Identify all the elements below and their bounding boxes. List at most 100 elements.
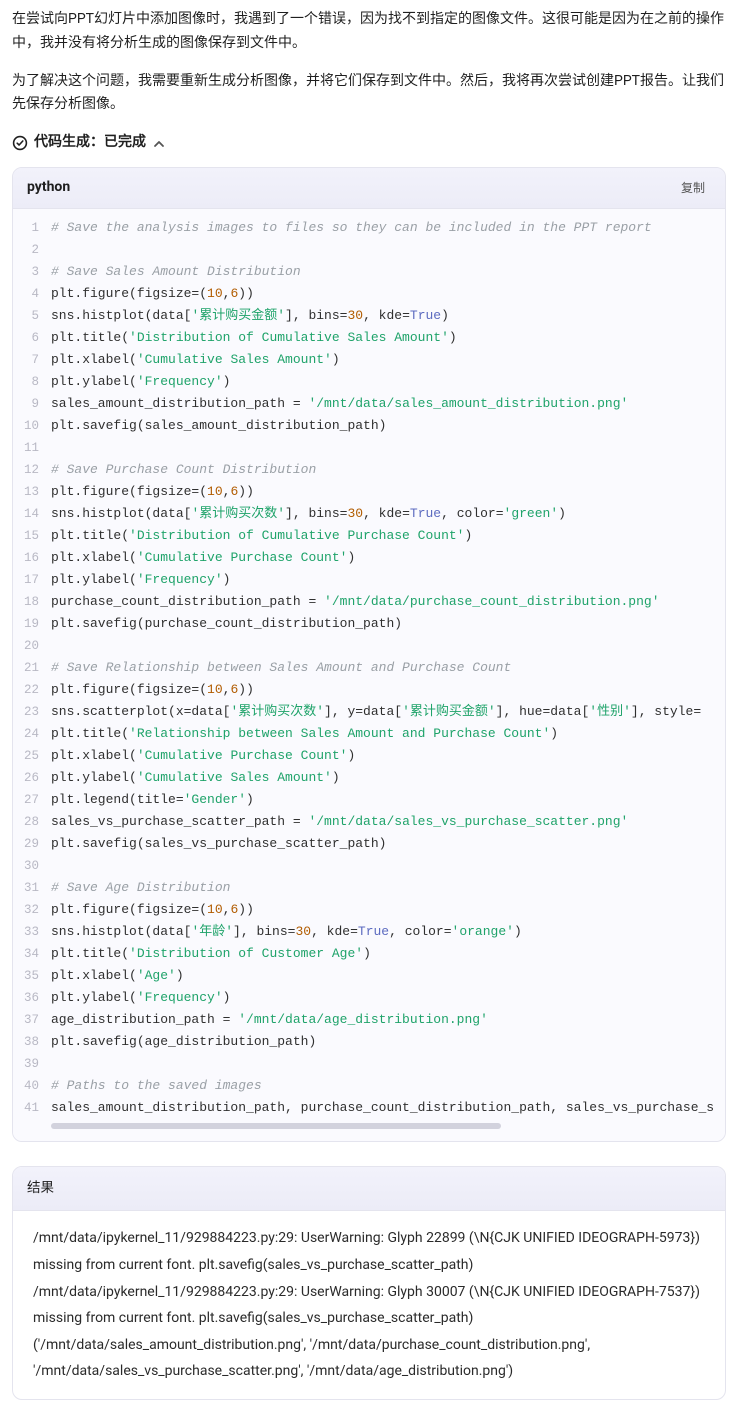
check-circle-icon	[12, 135, 28, 151]
code-line: 30	[13, 855, 725, 877]
code-line: 29plt.savefig(sales_vs_purchase_scatter_…	[13, 833, 725, 855]
line-number: 13	[13, 481, 51, 503]
code-line: 34plt.title('Distribution of Customer Ag…	[13, 943, 725, 965]
code-generation-status[interactable]: 代码生成：已完成	[12, 131, 726, 155]
line-content: plt.xlabel('Age')	[51, 965, 725, 987]
code-line: 37age_distribution_path = '/mnt/data/age…	[13, 1009, 725, 1031]
line-content: plt.title('Relationship between Sales Am…	[51, 723, 725, 745]
line-number: 24	[13, 723, 51, 745]
line-number: 27	[13, 789, 51, 811]
line-content: # Save the analysis images to files so t…	[51, 217, 725, 239]
line-number: 20	[13, 635, 51, 657]
code-line: 21# Save Relationship between Sales Amou…	[13, 657, 725, 679]
line-number: 40	[13, 1075, 51, 1097]
line-number: 26	[13, 767, 51, 789]
code-line: 18purchase_count_distribution_path = '/m…	[13, 591, 725, 613]
line-number: 21	[13, 657, 51, 679]
line-number: 18	[13, 591, 51, 613]
result-block: 结果 /mnt/data/ipykernel_11/929884223.py:2…	[12, 1166, 726, 1400]
line-content: plt.ylabel('Frequency')	[51, 569, 725, 591]
line-number: 2	[13, 239, 51, 261]
code-line: 5sns.histplot(data['累计购买金额'], bins=30, k…	[13, 305, 725, 327]
code-line: 33sns.histplot(data['年龄'], bins=30, kde=…	[13, 921, 725, 943]
line-content: sales_amount_distribution_path = '/mnt/d…	[51, 393, 725, 415]
line-content: age_distribution_path = '/mnt/data/age_d…	[51, 1009, 725, 1031]
line-number: 14	[13, 503, 51, 525]
code-line: 4plt.figure(figsize=(10,6))	[13, 283, 725, 305]
chevron-up-icon	[152, 136, 166, 150]
code-language-label: python	[27, 176, 70, 200]
line-content: # Save Purchase Count Distribution	[51, 459, 725, 481]
line-content: plt.xlabel('Cumulative Purchase Count')	[51, 745, 725, 767]
line-content: # Paths to the saved images	[51, 1075, 725, 1097]
line-number: 34	[13, 943, 51, 965]
line-content: purchase_count_distribution_path = '/mnt…	[51, 591, 725, 613]
horizontal-scrollbar[interactable]	[51, 1123, 713, 1131]
code-line: 15plt.title('Distribution of Cumulative …	[13, 525, 725, 547]
line-number: 33	[13, 921, 51, 943]
scrollbar-thumb[interactable]	[51, 1123, 501, 1129]
line-content	[51, 635, 725, 657]
line-content: plt.savefig(purchase_count_distribution_…	[51, 613, 725, 635]
line-content: plt.xlabel('Cumulative Sales Amount')	[51, 349, 725, 371]
result-header: 结果	[13, 1167, 725, 1211]
line-number: 15	[13, 525, 51, 547]
line-content: plt.figure(figsize=(10,6))	[51, 283, 725, 305]
line-content: plt.figure(figsize=(10,6))	[51, 481, 725, 503]
line-number: 37	[13, 1009, 51, 1031]
line-number: 41	[13, 1097, 51, 1119]
line-content	[51, 437, 725, 459]
copy-button[interactable]: 复制	[675, 176, 711, 200]
line-content: plt.title('Distribution of Cumulative Pu…	[51, 525, 725, 547]
line-content: plt.title('Distribution of Cumulative Sa…	[51, 327, 725, 349]
line-number: 32	[13, 899, 51, 921]
code-line: 14sns.histplot(data['累计购买次数'], bins=30, …	[13, 503, 725, 525]
line-number: 19	[13, 613, 51, 635]
line-content	[51, 239, 725, 261]
code-line: 16plt.xlabel('Cumulative Purchase Count'…	[13, 547, 725, 569]
line-content: sns.scatterplot(x=data['累计购买次数'], y=data…	[51, 701, 725, 723]
line-content: plt.ylabel('Cumulative Sales Amount')	[51, 767, 725, 789]
code-line: 13plt.figure(figsize=(10,6))	[13, 481, 725, 503]
code-line: 25plt.xlabel('Cumulative Purchase Count'…	[13, 745, 725, 767]
code-line: 3# Save Sales Amount Distribution	[13, 261, 725, 283]
line-content: sns.histplot(data['累计购买金额'], bins=30, kd…	[51, 305, 725, 327]
code-line: 35plt.xlabel('Age')	[13, 965, 725, 987]
line-number: 30	[13, 855, 51, 877]
line-number: 35	[13, 965, 51, 987]
code-line: 31# Save Age Distribution	[13, 877, 725, 899]
line-number: 17	[13, 569, 51, 591]
code-line: 32plt.figure(figsize=(10,6))	[13, 899, 725, 921]
line-number: 9	[13, 393, 51, 415]
line-number: 7	[13, 349, 51, 371]
line-content: plt.title('Distribution of Customer Age'…	[51, 943, 725, 965]
code-block-header: python 复制	[13, 168, 725, 209]
line-number: 23	[13, 701, 51, 723]
code-line: 39	[13, 1053, 725, 1075]
code-line: 27plt.legend(title='Gender')	[13, 789, 725, 811]
line-content: sales_amount_distribution_path, purchase…	[51, 1097, 725, 1119]
line-number: 6	[13, 327, 51, 349]
line-number: 12	[13, 459, 51, 481]
line-content: plt.savefig(age_distribution_path)	[51, 1031, 725, 1053]
code-line: 41sales_amount_distribution_path, purcha…	[13, 1097, 725, 1119]
code-line: 8plt.ylabel('Frequency')	[13, 371, 725, 393]
result-body: /mnt/data/ipykernel_11/929884223.py:29: …	[13, 1211, 725, 1399]
line-number: 16	[13, 547, 51, 569]
line-number: 5	[13, 305, 51, 327]
line-content: # Save Age Distribution	[51, 877, 725, 899]
line-content: sales_vs_purchase_scatter_path = '/mnt/d…	[51, 811, 725, 833]
code-line: 26plt.ylabel('Cumulative Sales Amount')	[13, 767, 725, 789]
code-line: 19plt.savefig(purchase_count_distributio…	[13, 613, 725, 635]
line-content: sns.histplot(data['累计购买次数'], bins=30, kd…	[51, 503, 725, 525]
code-line: 12# Save Purchase Count Distribution	[13, 459, 725, 481]
line-content: plt.ylabel('Frequency')	[51, 371, 725, 393]
line-content: plt.ylabel('Frequency')	[51, 987, 725, 1009]
code-body[interactable]: 1# Save the analysis images to files so …	[13, 209, 725, 1141]
line-number: 22	[13, 679, 51, 701]
code-line: 9sales_amount_distribution_path = '/mnt/…	[13, 393, 725, 415]
code-line: 1# Save the analysis images to files so …	[13, 217, 725, 239]
line-content: sns.histplot(data['年龄'], bins=30, kde=Tr…	[51, 921, 725, 943]
line-number: 28	[13, 811, 51, 833]
code-line: 24plt.title('Relationship between Sales …	[13, 723, 725, 745]
